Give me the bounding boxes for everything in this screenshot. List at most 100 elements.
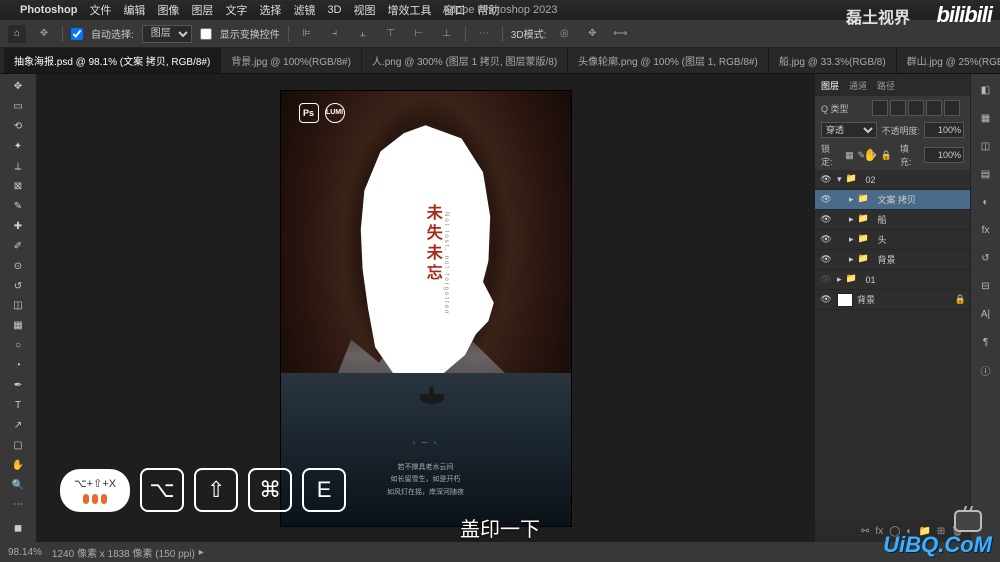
lock-position-icon[interactable]: ✥ — [869, 150, 877, 161]
menu-view[interactable]: 视图 — [354, 2, 376, 18]
align-right-icon[interactable]: ⫠ — [353, 24, 373, 44]
tab-3[interactable]: 头像轮廓.png @ 100% (图层 1, RGB/8#) — [568, 48, 769, 73]
menu-plugins[interactable]: 增效工具 — [388, 2, 432, 18]
visibility-icon[interactable]: 👁 — [819, 254, 833, 265]
zoom-tool-icon[interactable]: 🔍 — [5, 476, 31, 494]
chevron-right-icon[interactable]: ▸ — [837, 274, 842, 285]
blur-tool-icon[interactable]: ○ — [5, 337, 31, 355]
transform-controls-checkbox[interactable] — [200, 28, 212, 40]
layer-row[interactable]: 👁▸📁船 — [815, 210, 970, 230]
menu-select[interactable]: 选择 — [259, 2, 281, 18]
opacity-field[interactable] — [924, 122, 964, 138]
filter-shape-icon[interactable] — [926, 100, 942, 116]
tab-0[interactable]: 抽象海报.psd @ 98.1% (文案 拷贝, RGB/8#) — [4, 48, 221, 73]
layer-row[interactable]: 👁▸📁头 — [815, 230, 970, 250]
tab-paths[interactable]: 路径 — [877, 79, 895, 92]
visibility-icon[interactable]: 👁 — [819, 214, 833, 225]
tab-channels[interactable]: 通道 — [849, 79, 867, 92]
tab-5[interactable]: 群山.jpg @ 25%(RGB/8#) — [897, 48, 1000, 73]
3d-pan-icon[interactable]: ✥ — [582, 24, 602, 44]
auto-select-dropdown[interactable]: 图层 — [142, 25, 192, 43]
layer-row[interactable]: 👁背景🔒 — [815, 290, 970, 310]
layer-row[interactable]: 👁▸📁01 — [815, 270, 970, 290]
3d-orbit-icon[interactable]: ◎ — [554, 24, 574, 44]
move-tool-icon[interactable]: ✥ — [5, 78, 31, 96]
lasso-tool-icon[interactable]: ⟲ — [5, 118, 31, 136]
align-bottom-icon[interactable]: ⊥ — [437, 24, 457, 44]
info-panel-icon[interactable]: ⓘ — [976, 360, 996, 380]
marquee-tool-icon[interactable]: ▭ — [5, 98, 31, 116]
align-left-icon[interactable]: ⊫ — [297, 24, 317, 44]
menu-3d[interactable]: 3D — [327, 4, 341, 16]
tab-layers[interactable]: 图层 — [821, 79, 839, 92]
3d-slide-icon[interactable]: ⟷ — [610, 24, 630, 44]
adjustments-panel-icon[interactable]: ◐ — [976, 192, 996, 212]
align-top-icon[interactable]: ⊤ — [381, 24, 401, 44]
swatches-panel-icon[interactable]: ▦ — [976, 108, 996, 128]
healing-tool-icon[interactable]: ✚ — [5, 217, 31, 235]
menu-layer[interactable]: 图层 — [191, 2, 213, 18]
layer-row[interactable]: 👁▸📁背景 — [815, 250, 970, 270]
path-tool-icon[interactable]: ↗ — [5, 416, 31, 434]
auto-select-checkbox[interactable] — [71, 28, 83, 40]
status-chevron-icon[interactable]: ▸ — [199, 547, 204, 558]
properties-panel-icon[interactable]: ⊟ — [976, 276, 996, 296]
lock-image-icon[interactable]: ✎ — [858, 150, 866, 161]
frame-tool-icon[interactable]: ⊠ — [5, 178, 31, 196]
filter-type-icon[interactable] — [908, 100, 924, 116]
more-align-icon[interactable]: ⋯ — [474, 24, 494, 44]
chevron-right-icon[interactable]: ▸ — [849, 214, 854, 225]
visibility-icon[interactable]: 👁 — [819, 194, 833, 205]
align-middle-icon[interactable]: ⊢ — [409, 24, 429, 44]
layer-fx-icon[interactable]: fx — [875, 526, 883, 537]
visibility-icon[interactable]: 👁 — [819, 234, 833, 245]
artboard[interactable]: Ps LUMI 未失未忘 Not lost, not forgotten ◦ ─… — [281, 91, 571, 526]
type-tool-icon[interactable]: T — [5, 397, 31, 415]
filter-adjust-icon[interactable] — [890, 100, 906, 116]
menu-image[interactable]: 图像 — [157, 2, 179, 18]
history-brush-icon[interactable]: ↺ — [5, 277, 31, 295]
link-layers-icon[interactable]: ⚯ — [861, 526, 869, 537]
chevron-right-icon[interactable]: ▸ — [849, 234, 854, 245]
brush-tool-icon[interactable]: ✐ — [5, 237, 31, 255]
eraser-tool-icon[interactable]: ◫ — [5, 297, 31, 315]
layer-row[interactable]: 👁▾📁02 — [815, 170, 970, 190]
wand-tool-icon[interactable]: ✦ — [5, 138, 31, 156]
lock-transparency-icon[interactable]: ▦ — [845, 150, 854, 161]
crop-tool-icon[interactable]: ⟂ — [5, 158, 31, 176]
shape-tool-icon[interactable]: ▢ — [5, 436, 31, 454]
color-panel-icon[interactable]: ◧ — [976, 80, 996, 100]
gradients-panel-icon[interactable]: ◫ — [976, 136, 996, 156]
eyedropper-tool-icon[interactable]: ✎ — [5, 197, 31, 215]
visibility-icon[interactable]: 👁 — [819, 174, 833, 185]
chevron-down-icon[interactable]: ▾ — [837, 174, 842, 185]
filter-smart-icon[interactable] — [944, 100, 960, 116]
lock-all-icon[interactable]: 🔒 — [881, 150, 892, 161]
home-icon[interactable]: ⌂ — [8, 25, 26, 43]
menu-edit[interactable]: 编辑 — [123, 2, 145, 18]
gradient-tool-icon[interactable]: ▦ — [5, 317, 31, 335]
visibility-icon[interactable]: 👁 — [819, 274, 833, 285]
layer-row[interactable]: 👁▸📁文案 拷贝 — [815, 190, 970, 210]
paragraph-panel-icon[interactable]: ¶ — [976, 332, 996, 352]
align-center-icon[interactable]: ⫞ — [325, 24, 345, 44]
chevron-right-icon[interactable]: ▸ — [849, 194, 854, 205]
chevron-right-icon[interactable]: ▸ — [849, 254, 854, 265]
menu-type[interactable]: 文字 — [225, 2, 247, 18]
character-panel-icon[interactable]: A| — [976, 304, 996, 324]
dodge-tool-icon[interactable]: ◔ — [5, 357, 31, 375]
foreground-background-colors[interactable]: ◼ — [5, 520, 31, 538]
menu-filter[interactable]: 滤镜 — [293, 2, 315, 18]
visibility-icon[interactable]: 👁 — [819, 294, 833, 305]
menu-file[interactable]: 文件 — [89, 2, 111, 18]
patterns-panel-icon[interactable]: ▤ — [976, 164, 996, 184]
pen-tool-icon[interactable]: ✒ — [5, 377, 31, 395]
hand-tool-icon[interactable]: ✋ — [5, 456, 31, 474]
tab-4[interactable]: 船.jpg @ 33.3%(RGB/8) — [769, 48, 897, 73]
zoom-level[interactable]: 98.14% — [8, 547, 42, 558]
stamp-tool-icon[interactable]: ⊙ — [5, 257, 31, 275]
history-panel-icon[interactable]: ↺ — [976, 248, 996, 268]
fill-field[interactable] — [924, 147, 964, 163]
blend-mode-dropdown[interactable]: 穿透 — [821, 122, 877, 138]
tab-1[interactable]: 背景.jpg @ 100%(RGB/8#) — [221, 48, 362, 73]
